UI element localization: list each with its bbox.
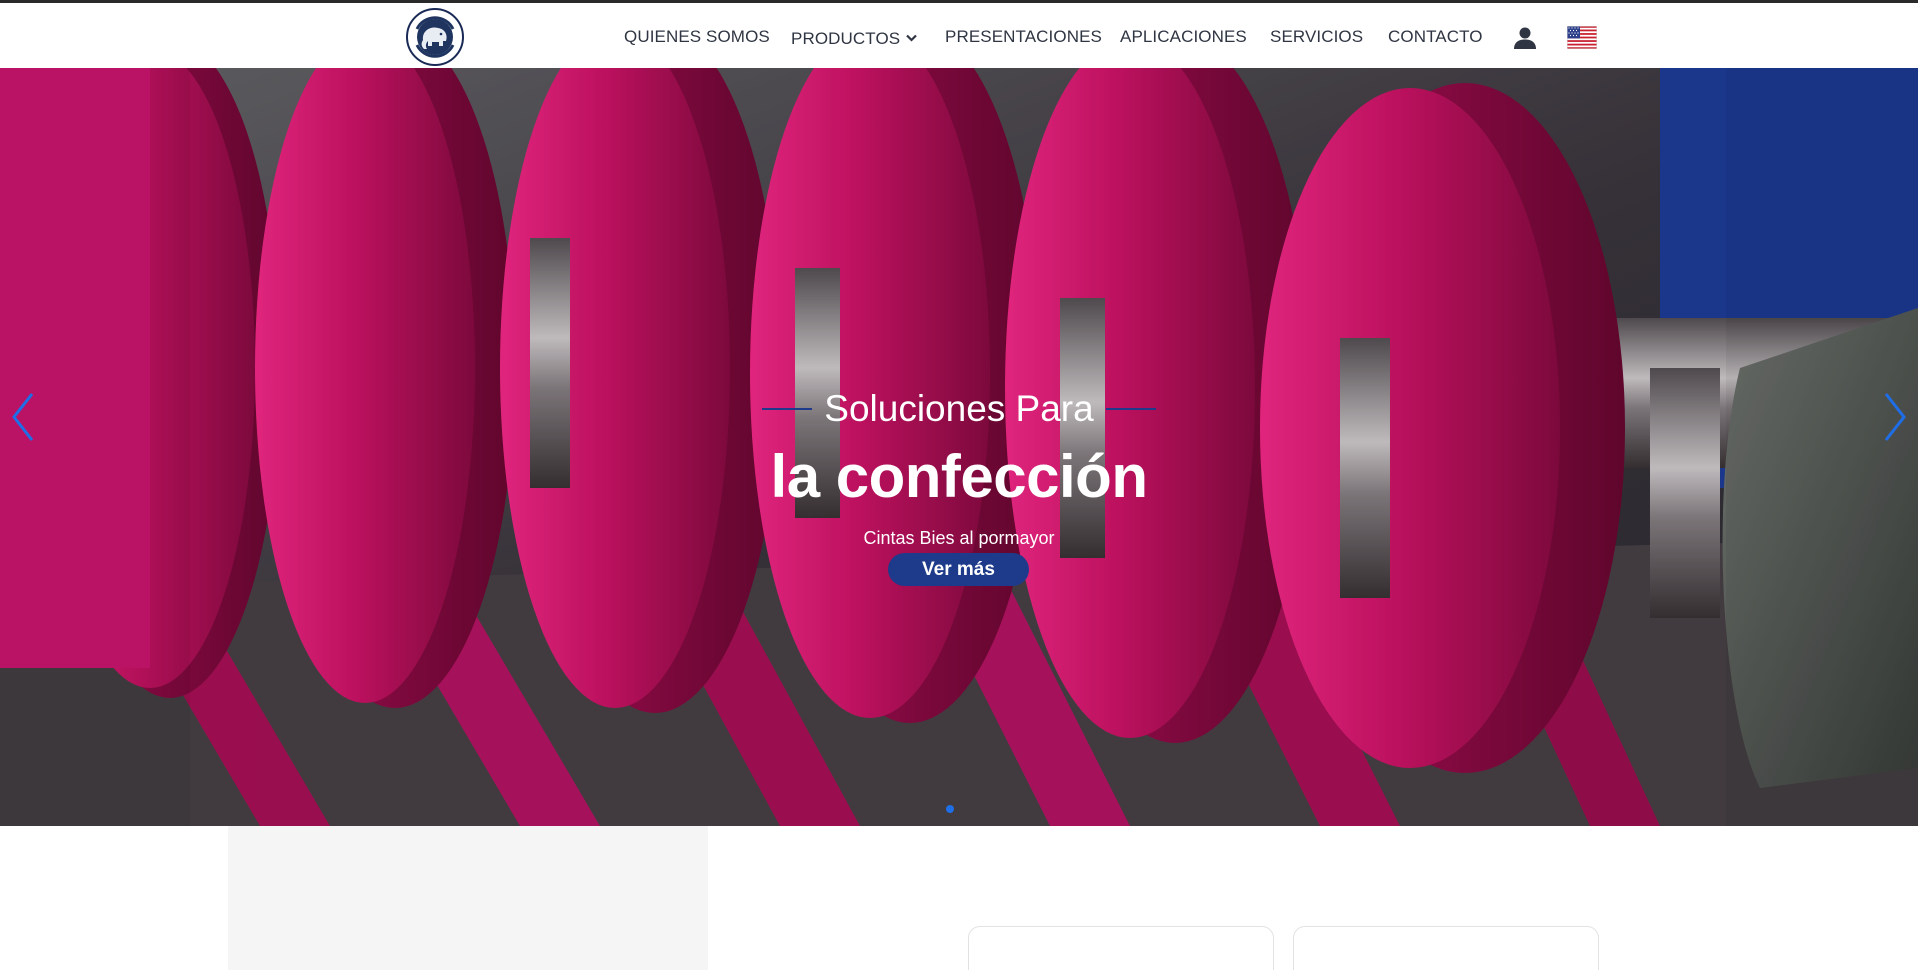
hero-eyebrow: Soluciones Para	[762, 388, 1156, 430]
eyebrow-line-left	[762, 408, 813, 410]
nav-item-servicios[interactable]: SERVICIOS	[1270, 27, 1363, 47]
user-icon[interactable]	[1512, 25, 1538, 51]
gray-image-placeholder	[228, 826, 708, 970]
ver-mas-button[interactable]: Ver más	[888, 553, 1029, 586]
hero-eyebrow-text: Soluciones Para	[824, 388, 1094, 429]
elephant-logo-icon	[410, 12, 460, 62]
hero-headline: la confección	[770, 443, 1148, 510]
hero-subline: Cintas Bies al pormayor	[863, 528, 1055, 548]
us-flag-icon[interactable]	[1567, 26, 1597, 49]
nav-item-presentaciones[interactable]: PRESENTACIONES	[945, 27, 1102, 47]
carousel-dot-active[interactable]	[946, 805, 954, 813]
nav-item-contacto[interactable]: CONTACTO	[1388, 27, 1483, 47]
feature-card	[968, 926, 1274, 970]
hero-carousel: Soluciones Para la confección Cintas Bie…	[0, 68, 1918, 826]
nav-item-productos-label: PRODUCTOS	[791, 29, 901, 48]
chevron-down-icon	[906, 27, 917, 47]
site-header: QUIENES SOMOS PRODUCTOS PRESENTACIONES A…	[0, 3, 1918, 68]
feature-card	[1293, 926, 1599, 970]
nav-item-aplicaciones[interactable]: APLICACIONES	[1120, 27, 1247, 47]
hero-caption: Soluciones Para la confección Cintas Bie…	[0, 68, 1918, 826]
hero-eyebrow-wrap: Soluciones Para	[0, 388, 1918, 430]
nav-item-quienes-somos[interactable]: QUIENES SOMOS	[624, 27, 770, 47]
below-fold-section	[0, 826, 1918, 970]
eyebrow-line-right	[1105, 408, 1156, 410]
nav-item-productos[interactable]: PRODUCTOS	[791, 27, 917, 49]
brand-logo[interactable]	[406, 8, 464, 66]
